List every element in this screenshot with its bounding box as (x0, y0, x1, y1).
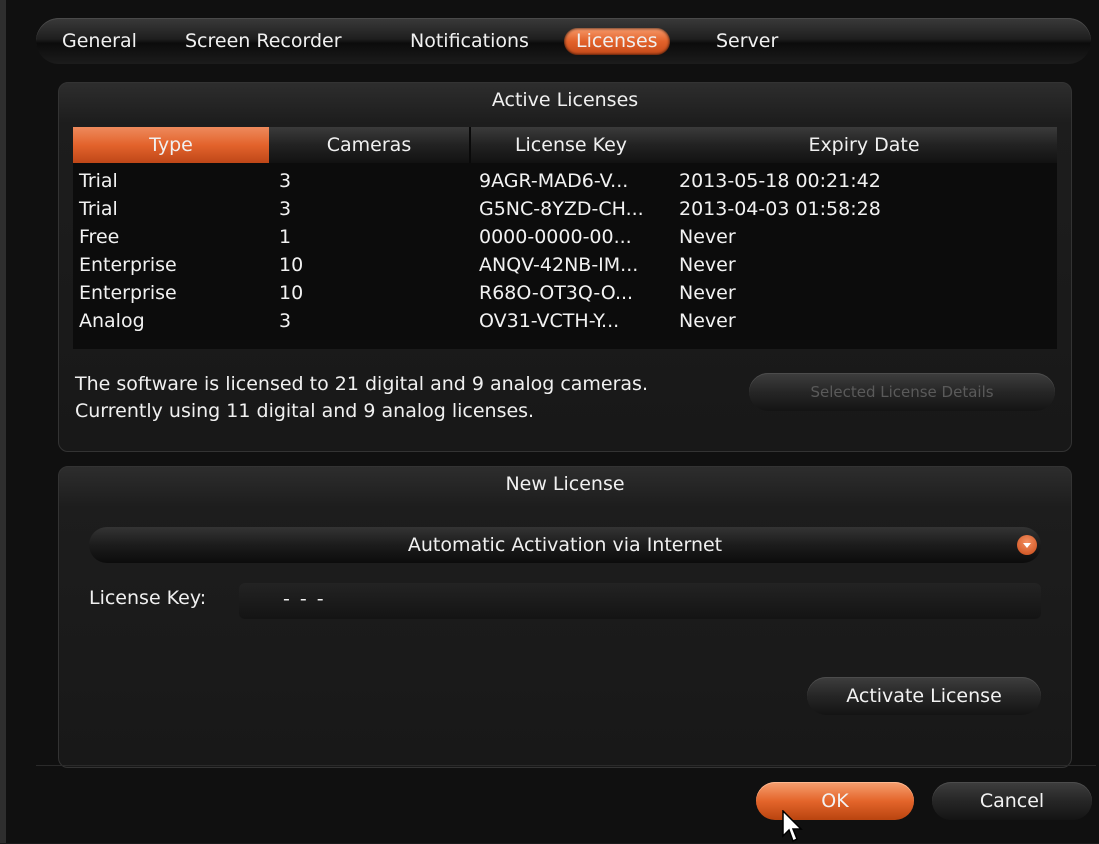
licenses-table[interactable]: Type Cameras License Key Expiry Date Tri… (73, 127, 1057, 349)
column-header-type[interactable]: Type (73, 127, 269, 163)
column-header-cameras[interactable]: Cameras (269, 127, 469, 163)
cell-cameras: 10 (279, 254, 304, 276)
license-key-label: License Key: (89, 587, 207, 609)
table-row[interactable]: Trial 3 G5NC-8YZD-CH... 2013-04-03 01:58… (73, 195, 1057, 223)
cell-license-key: 9AGR-MAD6-V... (479, 170, 629, 192)
cell-expiry-date: Never (679, 254, 736, 276)
cell-expiry-date: Never (679, 310, 736, 332)
new-license-title: New License (505, 473, 625, 495)
tab-bar: General Screen Recorder Notifications Li… (36, 18, 1091, 64)
cell-type: Analog (79, 310, 145, 332)
activate-license-button[interactable]: Activate License (807, 677, 1041, 715)
cell-cameras: 10 (279, 282, 304, 304)
cell-type: Enterprise (79, 254, 177, 276)
table-row[interactable]: Analog 3 OV31-VCTH-Y... Never (73, 307, 1057, 335)
active-licenses-title: Active Licenses (491, 89, 639, 111)
cell-license-key: ANQV-42NB-IM... (479, 254, 639, 276)
settings-dialog: General Screen Recorder Notifications Li… (0, 0, 1099, 843)
cell-cameras: 1 (279, 226, 292, 248)
active-licenses-group: Active Licenses Type Cameras License Key… (58, 82, 1072, 452)
table-row[interactable]: Enterprise 10 R68O-OT3Q-O... Never (73, 279, 1057, 307)
cancel-button[interactable]: Cancel (932, 782, 1092, 820)
chevron-down-icon[interactable] (1017, 535, 1037, 555)
tab-server[interactable]: Server (704, 28, 790, 55)
cell-expiry-date: Never (679, 282, 736, 304)
column-header-expiry-date[interactable]: Expiry Date (671, 127, 1057, 163)
cell-cameras: 3 (279, 170, 292, 192)
mouse-pointer-icon (782, 810, 803, 843)
cell-license-key: OV31-VCTH-Y... (479, 310, 620, 332)
tab-screen-recorder[interactable]: Screen Recorder (173, 28, 354, 55)
activation-method-dropdown[interactable]: Automatic Activation via Internet (89, 527, 1041, 563)
cell-cameras: 3 (279, 198, 292, 220)
cell-type: Trial (79, 198, 118, 220)
license-summary: The software is licensed to 21 digital a… (75, 371, 648, 425)
new-license-group: New License Automatic Activation via Int… (58, 466, 1072, 768)
table-row[interactable]: Enterprise 10 ANQV-42NB-IM... Never (73, 251, 1057, 279)
cell-expiry-date: 2013-05-18 00:21:42 (679, 170, 881, 192)
cell-type: Free (79, 226, 120, 248)
tab-notifications[interactable]: Notifications (398, 28, 541, 55)
license-summary-line-2: Currently using 11 digital and 9 analog … (75, 400, 535, 422)
cell-license-key: R68O-OT3Q-O... (479, 282, 634, 304)
ok-button[interactable]: OK (756, 782, 914, 820)
cell-type: Trial (79, 170, 118, 192)
cell-license-key: 0000-0000-00... (479, 226, 632, 248)
column-header-license-key[interactable]: License Key (471, 127, 671, 163)
cell-type: Enterprise (79, 282, 177, 304)
tab-licenses[interactable]: Licenses (564, 28, 670, 55)
cell-expiry-date: 2013-04-03 01:58:28 (679, 198, 881, 220)
table-header: Type Cameras License Key Expiry Date (73, 127, 1057, 163)
activation-method-value: Automatic Activation via Internet (407, 534, 723, 556)
table-row[interactable]: Trial 3 9AGR-MAD6-V... 2013-05-18 00:21:… (73, 167, 1057, 195)
license-summary-line-1: The software is licensed to 21 digital a… (75, 373, 648, 395)
selected-license-details-button[interactable]: Selected License Details (749, 373, 1055, 411)
tab-general[interactable]: General (50, 28, 149, 55)
table-body: Trial 3 9AGR-MAD6-V... 2013-05-18 00:21:… (73, 167, 1057, 335)
cell-license-key: G5NC-8YZD-CH... (479, 198, 644, 220)
license-key-input[interactable]: - - - (239, 583, 1041, 619)
cell-cameras: 3 (279, 310, 292, 332)
footer-divider (36, 765, 1096, 766)
cell-expiry-date: Never (679, 226, 736, 248)
table-row[interactable]: Free 1 0000-0000-00... Never (73, 223, 1057, 251)
